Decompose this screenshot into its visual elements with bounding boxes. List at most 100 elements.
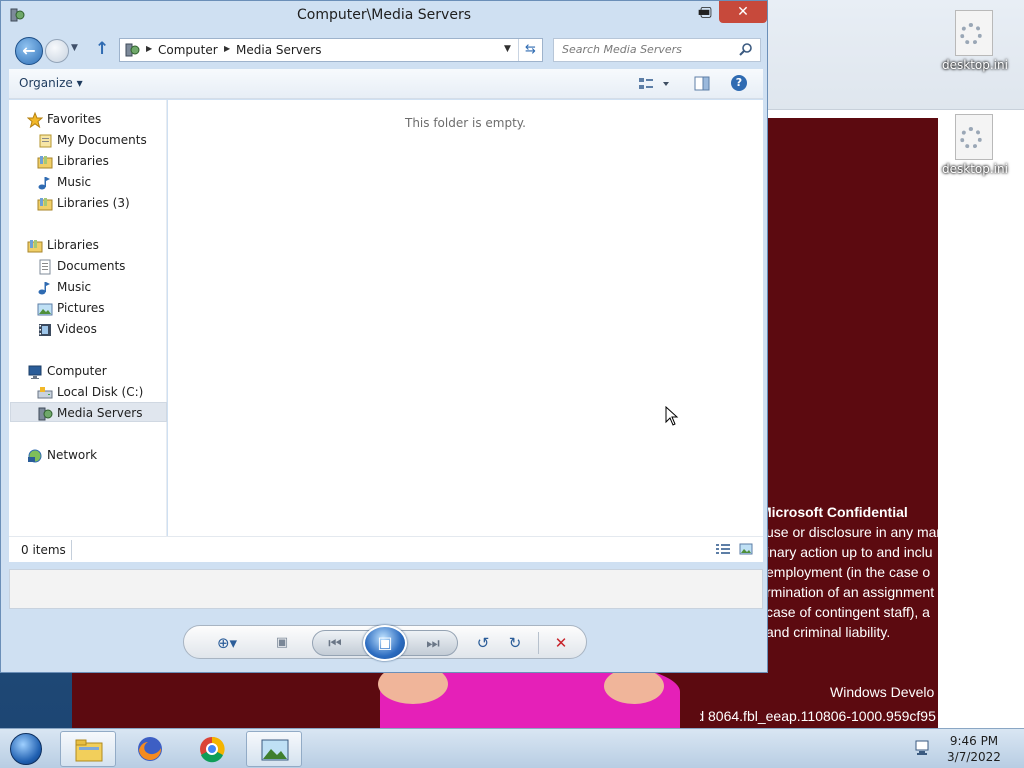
taskbar-app-file-explorer[interactable]	[60, 731, 116, 767]
settings-file-icon	[955, 10, 993, 56]
status-bar: 0 items	[9, 536, 763, 562]
nav-item-label: My Documents	[57, 133, 147, 147]
breadcrumb-separator-icon: ▶	[146, 44, 153, 53]
nav-item-label: Computer	[47, 364, 107, 378]
navigation-bar: ← ▼ ↑ ▶ Computer ▶ Media Servers ▼ ⇆	[9, 33, 763, 67]
file-list-pane[interactable]: This folder is empty.	[168, 100, 763, 536]
watermark-line: employment (in the case o	[766, 564, 931, 580]
navigation-group: ⏮ ▣ ⏭	[312, 625, 458, 661]
music-note-icon	[38, 282, 50, 295]
arrow-left-icon: ←	[22, 41, 36, 60]
preview-pane-button[interactable]	[693, 75, 711, 93]
actual-size-button[interactable]: ▣	[270, 632, 294, 654]
settings-file-icon	[955, 114, 993, 160]
large-icons-view-icon[interactable]	[739, 543, 753, 555]
nav-item-label: Libraries	[57, 154, 109, 168]
forward-button[interactable]	[45, 39, 69, 63]
help-button[interactable]: ?	[731, 75, 747, 91]
viewer-divider	[538, 632, 539, 654]
rotate-clockwise-button[interactable]: ↻	[504, 632, 526, 654]
organize-button[interactable]: Organize ▾	[19, 76, 83, 90]
watermark-build: Build 8064.fbl_eeap.110806-1000.959cf95	[700, 708, 936, 724]
computer-icon	[28, 365, 42, 379]
watermark-title: Microsoft Confidential	[760, 504, 908, 520]
photo-viewer-controls: ⊕▾ ▣ ⏮ ▣ ⏭ ↺ ↻ ✕	[183, 625, 587, 661]
chrome-icon	[200, 736, 225, 763]
zoom-button[interactable]: ⊕▾	[210, 632, 244, 654]
explorer-window: Computer\Media Servers ▬ ▢ ✕ ← ▼ ↑ ▶ Com…	[0, 0, 768, 673]
nav-item-label: Local Disk (C:)	[57, 385, 144, 399]
address-dropdown-icon[interactable]: ▼	[504, 44, 511, 54]
up-button[interactable]: ↑	[95, 39, 115, 59]
folder-icon	[75, 739, 103, 762]
delete-button[interactable]: ✕	[550, 632, 572, 654]
back-button[interactable]: ←	[15, 37, 43, 65]
empty-folder-message: This folder is empty.	[405, 116, 526, 130]
taskbar-clock[interactable]: 9:46 PM 3/7/2022	[936, 733, 1012, 765]
slideshow-icon: ▣	[377, 633, 393, 652]
clock-date: 3/7/2022	[947, 750, 1001, 764]
nav-item-label: Favorites	[47, 112, 102, 126]
taskbar: 9:46 PM 3/7/2022	[0, 728, 1024, 768]
library-icon	[37, 156, 53, 169]
watermark-line: use or disclosure in any man	[766, 524, 940, 540]
document-icon	[39, 259, 51, 275]
nav-item-label: Pictures	[57, 301, 105, 315]
next-icon: ⏭	[426, 634, 440, 652]
close-button[interactable]: ✕	[719, 1, 767, 23]
nav-item-label: Libraries	[47, 238, 99, 252]
breadcrumb-separator-icon[interactable]: ▶	[224, 44, 230, 53]
chevron-down-icon: ▼	[71, 43, 78, 53]
refresh-button[interactable]: ⇆	[518, 39, 542, 61]
maximize-button[interactable]: ▢	[693, 1, 719, 23]
documents-folder-icon	[39, 134, 52, 148]
clock-time: 9:46 PM	[949, 734, 999, 748]
media-server-icon	[125, 43, 140, 57]
nav-item-label: Network	[47, 448, 98, 462]
network-tray-icon[interactable]	[914, 739, 932, 757]
videos-icon	[39, 324, 51, 336]
previous-button[interactable]: ⏮	[323, 632, 347, 654]
title-bar[interactable]: Computer\Media Servers ▬ ▢ ✕	[1, 1, 767, 31]
window-title: Computer\Media Servers	[296, 7, 471, 23]
search-box[interactable]	[553, 38, 761, 62]
refresh-icon: ⇆	[525, 42, 536, 57]
recent-locations-button[interactable]: ▼	[71, 43, 83, 55]
search-input[interactable]	[562, 43, 732, 56]
taskbar-app-photo-viewer[interactable]	[246, 731, 302, 767]
windows-logo-icon	[10, 733, 42, 765]
previous-icon: ⏮	[328, 634, 342, 652]
change-view-button[interactable]	[637, 75, 673, 93]
music-note-icon	[38, 177, 50, 190]
delete-x-icon: ✕	[554, 634, 568, 652]
watermark-edition: Windows Develo	[830, 684, 935, 700]
watermark-line: inary action up to and inclu	[766, 544, 933, 560]
breadcrumb-media-servers[interactable]: Media Servers	[236, 43, 321, 57]
desktop-icon-desktop-ini[interactable]: desktop.ini	[942, 10, 1008, 72]
command-bar: Organize ▾ ?	[9, 69, 763, 99]
mouse-cursor-icon	[665, 406, 679, 426]
start-button[interactable]	[4, 731, 48, 767]
breadcrumb-computer[interactable]: Computer	[158, 43, 218, 57]
watermark-line: case of contingent staff), a	[766, 604, 930, 620]
address-bar[interactable]: ▶ Computer ▶ Media Servers ▼ ⇆	[119, 38, 543, 62]
network-icon	[28, 449, 42, 463]
next-button[interactable]: ⏭	[421, 632, 445, 654]
taskbar-app-firefox[interactable]	[122, 731, 178, 767]
nav-item-label: Music	[57, 175, 92, 189]
search-icon[interactable]	[738, 42, 754, 58]
rotate-left-icon: ↺	[476, 634, 490, 652]
rotate-counterclockwise-button[interactable]: ↺	[472, 632, 494, 654]
media-server-icon	[38, 407, 53, 421]
desktop-icon-desktop-ini[interactable]: desktop.ini	[942, 114, 1008, 176]
fit-to-window-icon: ▣	[275, 635, 289, 650]
slideshow-button[interactable]: ▣	[363, 625, 407, 661]
firefox-icon	[138, 737, 162, 761]
nav-item-label: Videos	[57, 322, 97, 336]
nav-item-label: Media Servers	[57, 406, 143, 420]
star-icon	[27, 112, 43, 128]
taskbar-app-chrome[interactable]	[184, 731, 240, 767]
watermark-line: and criminal liability.	[766, 624, 891, 640]
details-view-icon[interactable]	[715, 543, 731, 555]
library-icon	[37, 198, 53, 211]
